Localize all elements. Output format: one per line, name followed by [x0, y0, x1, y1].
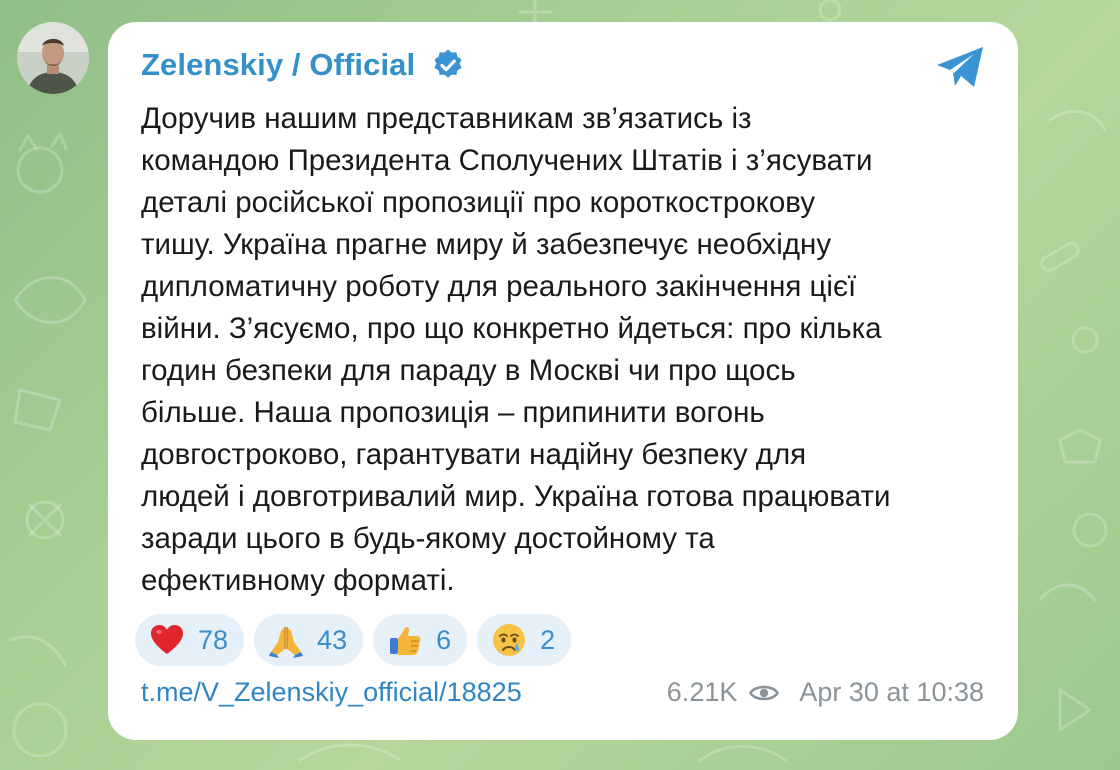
message-text: Доручив нашим представникам зв’язатись і… [141, 102, 891, 597]
view-count: 6.21K [666, 677, 738, 707]
post-footer: t.me/V_Zelenskiy_official/18825 6.21K Ap… [141, 677, 984, 708]
channel-avatar[interactable] [17, 22, 89, 94]
thumbs-up-icon [390, 627, 421, 655]
reactions-bar: 78 43 6 2 [135, 614, 572, 666]
verified-badge-icon [434, 49, 462, 78]
reaction-count: 2 [540, 624, 556, 655]
post-header: Zelenskiy / Official [141, 47, 465, 83]
reaction-count: 78 [198, 624, 229, 655]
eye-icon [749, 685, 780, 700]
reaction-pray[interactable]: 43 [254, 614, 364, 666]
reaction-thumbs-up[interactable]: 6 [373, 614, 468, 666]
reaction-count: 43 [317, 624, 348, 655]
folded-hands-icon [269, 627, 304, 658]
profile-photo-icon [17, 22, 89, 94]
post-link[interactable]: t.me/V_Zelenskiy_official/18825 [141, 677, 522, 708]
post-timestamp: Apr 30 at 10:38 [799, 677, 984, 707]
reaction-heart[interactable]: 78 [135, 614, 245, 666]
channel-name[interactable]: Zelenskiy / Official [141, 47, 415, 83]
share-icon[interactable] [934, 44, 986, 90]
red-heart-icon [151, 625, 183, 654]
reaction-crying[interactable]: 2 [477, 614, 572, 666]
crying-face-icon [493, 624, 526, 656]
reaction-count: 6 [436, 624, 452, 655]
message-bubble: Zelenskiy / Official Доручив нашим предс… [108, 22, 1018, 740]
